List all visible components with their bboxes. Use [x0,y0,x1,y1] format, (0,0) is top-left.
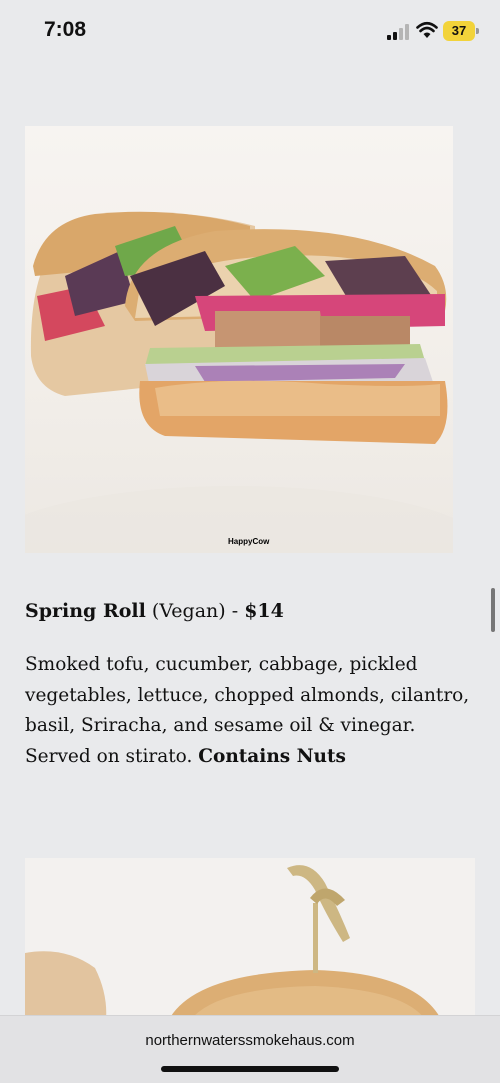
sandwich-illustration: HappyCow [25,126,453,553]
cellular-signal-icon [387,24,409,40]
home-indicator[interactable] [161,1066,339,1072]
battery-icon: 37 [443,21,479,41]
item-heading: Spring Roll (Vegan) - $14 [25,600,465,622]
item-name: Spring Roll [25,600,146,622]
item-description: Smoked tofu, cucumber, cabbage, pickled … [25,650,475,772]
status-bar: 7:08 37 [0,0,500,62]
next-sandwich-photo [25,858,475,1028]
allergen-warning: Contains Nuts [198,745,346,767]
item-separator: - [225,600,245,622]
url-text[interactable]: northernwaterssmokehaus.com [0,1032,500,1049]
next-sandwich-illustration [25,858,475,1028]
scrollbar[interactable] [491,588,495,632]
browser-url-bar[interactable]: northernwaterssmokehaus.com [0,1015,500,1083]
item-price: $14 [244,600,284,622]
item-diet: (Vegan) [151,600,226,622]
wifi-icon [416,21,438,38]
status-time: 7:08 [44,18,87,41]
photo-watermark: HappyCow [228,537,270,546]
battery-level: 37 [451,23,467,38]
spring-roll-sandwich-photo: HappyCow [25,126,453,553]
